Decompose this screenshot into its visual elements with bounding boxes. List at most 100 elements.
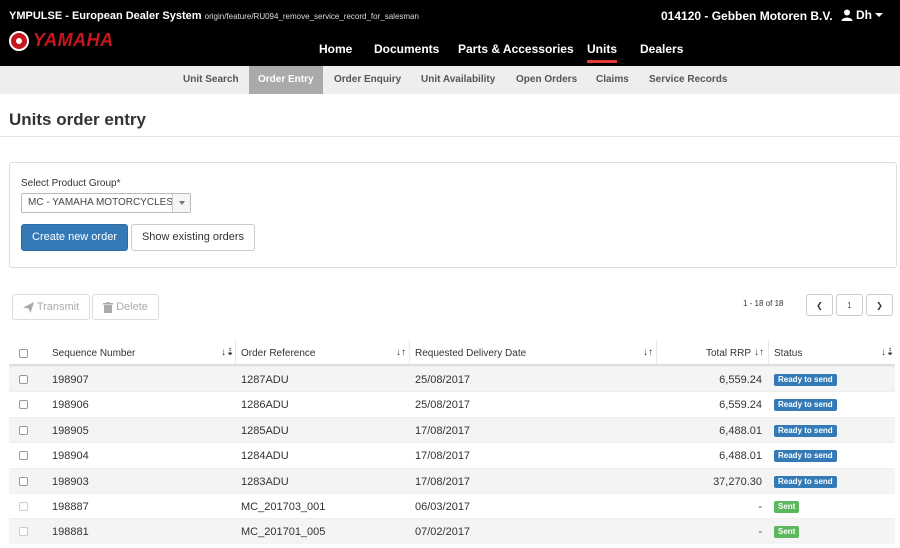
nav-documents[interactable]: Documents (374, 42, 439, 56)
tab-service-records[interactable]: Service Records (649, 66, 727, 94)
sort-icon[interactable]: ↓↑ (643, 347, 653, 358)
status-badge: Ready to send (774, 399, 837, 412)
nav-units[interactable]: Units (587, 42, 617, 63)
chevron-right-icon: ❯ (876, 300, 883, 310)
user-menu[interactable]: Dh (841, 8, 883, 22)
transmit-button[interactable]: Transmit (12, 294, 90, 320)
order-reference: MC_201703_001 (241, 500, 326, 513)
tab-unit-availability[interactable]: Unit Availability (421, 66, 495, 94)
col-total-rrp[interactable]: Total RRP (706, 348, 751, 359)
row-checkbox[interactable] (19, 425, 28, 435)
delivery-date: 25/08/2017 (415, 399, 471, 412)
status-badge: Ready to send (774, 424, 837, 437)
total-rrp: 6,488.01 (719, 424, 762, 437)
delivery-date: 06/03/2017 (415, 500, 471, 513)
col-status[interactable]: Status (774, 348, 802, 359)
tab-open-orders[interactable]: Open Orders (516, 66, 577, 94)
trash-icon (103, 301, 114, 313)
delivery-date: 07/02/2017 (415, 526, 471, 539)
delivery-date: 25/08/2017 (415, 374, 471, 386)
caret-down-icon (875, 13, 883, 17)
tab-order-enquiry[interactable]: Order Enquiry (334, 66, 401, 94)
sort-icon[interactable]: ↓↑ (396, 347, 406, 358)
order-reference: 1286ADU (241, 399, 289, 412)
status-badge: Ready to send (774, 475, 837, 488)
col-requested-delivery-date[interactable]: Requested Delivery Date (415, 348, 526, 359)
product-group-label: Select Product Group* (21, 178, 121, 189)
page-number: 1 (847, 300, 852, 310)
table-row[interactable]: 198904 1284ADU 17/08/2017 6,488.01 Ready to … (9, 442, 895, 467)
total-rrp: 6,488.01 (719, 450, 762, 463)
table-row[interactable]: 198906 1286ADU 25/08/2017 6,559.24 Ready to … (9, 391, 895, 416)
row-checkbox[interactable] (19, 501, 28, 511)
status-badge: Sent (774, 500, 800, 513)
system-title: YMPULSE - European Dealer System origin/… (9, 10, 419, 22)
delivery-date: 17/08/2017 (415, 475, 471, 488)
delete-button[interactable]: Delete (92, 294, 159, 320)
chevron-left-icon: ❮ (816, 300, 823, 310)
row-checkbox[interactable] (19, 476, 28, 486)
user-name: Dh (856, 8, 872, 22)
sub-nav: Unit Search Order Entry Order Enquiry Un… (0, 66, 900, 94)
total-rrp: - (758, 500, 762, 513)
col-order-reference[interactable]: Order Reference (241, 348, 315, 359)
status-badge: Sent (774, 526, 800, 539)
prev-page-button[interactable]: ❮ (806, 294, 833, 316)
table-row[interactable]: 198907 1287ADU 25/08/2017 6,559.24 Ready to … (9, 366, 895, 392)
total-rrp: 6,559.24 (719, 374, 762, 386)
create-new-order-button[interactable]: Create new order (21, 224, 128, 251)
total-rrp: - (758, 526, 762, 539)
show-existing-orders-button[interactable]: Show existing orders (131, 224, 255, 251)
page-title: Units order entry (9, 110, 146, 129)
nav-dealers[interactable]: Dealers (640, 42, 683, 56)
top-header: YMPULSE - European Dealer System origin/… (0, 0, 900, 66)
table-header: Sequence Number ↓⇣ Order Reference ↓↑ Re… (9, 340, 895, 366)
nav-parts-accessories[interactable]: Parts & Accessories (458, 42, 574, 56)
table-row[interactable]: 198887 MC_201703_001 06/03/2017 - Sent (9, 492, 895, 518)
row-checkbox[interactable] (19, 527, 28, 537)
select-all-checkbox[interactable] (19, 349, 28, 358)
table-row[interactable]: 198903 1283ADU 17/08/2017 37,270.30 Ready to… (9, 467, 895, 493)
status-badge: Ready to send (774, 374, 837, 386)
delivery-date: 17/08/2017 (415, 450, 471, 463)
sequence-number: 198907 (52, 374, 89, 386)
sort-icon[interactable]: ↓↑ (754, 347, 764, 358)
order-reference: 1284ADU (241, 450, 289, 463)
col-sequence-number[interactable]: Sequence Number (52, 348, 135, 359)
chevron-down-icon (172, 194, 190, 212)
next-page-button[interactable]: ❯ (866, 294, 893, 316)
sort-icon[interactable]: ↓⇣ (881, 347, 894, 358)
tab-claims[interactable]: Claims (596, 66, 629, 94)
status-badge: Ready to send (774, 450, 837, 463)
sequence-number: 198881 (52, 526, 89, 539)
sequence-number: 198905 (52, 424, 89, 437)
pagination-info: 1 - 18 of 18 (743, 299, 784, 308)
page-number-button[interactable]: 1 (836, 294, 863, 316)
product-group-value: MC - YAMAHA MOTORCYCLES (28, 197, 174, 208)
order-reference: 1285ADU (241, 424, 289, 437)
order-reference: 1283ADU (241, 475, 289, 488)
row-checkbox[interactable] (19, 400, 28, 410)
branch-label: origin/feature/RU094_remove_service_reco… (204, 12, 419, 21)
order-reference: 1287ADU (241, 374, 289, 386)
table-body: 198907 1287ADU 25/08/2017 6,559.24 Ready to … (9, 366, 895, 544)
order-entry-panel: Select Product Group* MC - YAMAHA MOTORC… (9, 162, 897, 268)
nav-home[interactable]: Home (319, 42, 352, 56)
table-row[interactable]: 198905 1285ADU 17/08/2017 6,488.01 Ready to … (9, 416, 895, 443)
sequence-number: 198903 (52, 475, 89, 488)
sort-icon[interactable]: ↓⇣ (221, 347, 234, 358)
table-row[interactable]: 198881 MC_201701_005 07/02/2017 - Sent (9, 518, 895, 544)
sequence-number: 198887 (52, 500, 89, 513)
row-checkbox[interactable] (19, 451, 28, 461)
tab-unit-search[interactable]: Unit Search (183, 66, 239, 94)
tab-order-entry[interactable]: Order Entry (249, 66, 323, 94)
product-group-select[interactable]: MC - YAMAHA MOTORCYCLES (21, 193, 191, 213)
main-nav: Home Documents Parts & Accessories Units… (0, 42, 900, 66)
sequence-number: 198904 (52, 450, 89, 463)
delivery-date: 17/08/2017 (415, 424, 471, 437)
row-checkbox[interactable] (19, 375, 28, 384)
user-icon (841, 9, 853, 21)
send-icon (22, 301, 34, 313)
total-rrp: 37,270.30 (713, 475, 762, 488)
dealer-name[interactable]: 014120 - Gebben Motoren B.V. (661, 9, 833, 23)
